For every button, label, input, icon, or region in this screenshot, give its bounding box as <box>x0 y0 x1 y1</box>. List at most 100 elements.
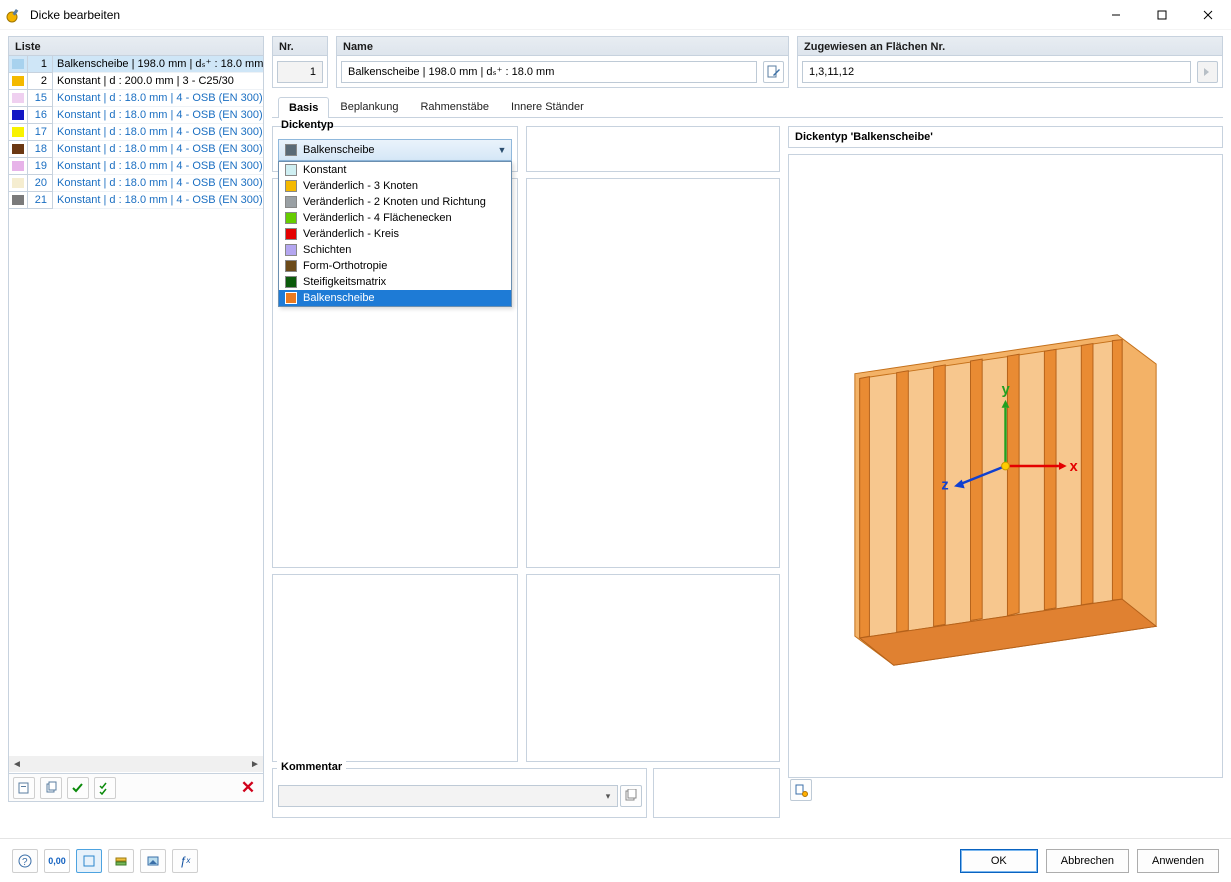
layers-button[interactable] <box>108 849 134 873</box>
delete-button[interactable]: ✕ <box>237 777 259 799</box>
color-swatch <box>9 107 28 124</box>
dropdown-option[interactable]: Balkenscheibe <box>279 290 511 306</box>
liste-toolbar: ✕ <box>9 773 263 801</box>
option-swatch <box>285 276 297 288</box>
dropdown-option[interactable]: Konstant <box>279 162 511 178</box>
check-all-button[interactable] <box>94 777 116 799</box>
list-item-num: 21 <box>28 192 53 209</box>
list-item-text: Balkenscheibe | 198.0 mm | dₛ⁺ : 18.0 mm <box>53 56 263 73</box>
dickentyp-panel: Dickentyp Balkenscheibe ▼ KonstantVeränd… <box>272 126 518 172</box>
option-swatch <box>285 244 297 256</box>
axis-x-label: x <box>1070 459 1078 475</box>
option-label: Balkenscheibe <box>303 292 375 304</box>
list-item[interactable]: 19Konstant | d : 18.0 mm | 4 - OSB (EN 3… <box>9 158 263 175</box>
chevron-down-icon: ▼ <box>493 140 511 160</box>
option-swatch <box>285 292 297 304</box>
liste-panel: 1Balkenscheibe | 198.0 mm | dₛ⁺ : 18.0 m… <box>8 56 264 802</box>
pick-assigned-button <box>1197 61 1218 83</box>
edit-name-button[interactable] <box>763 61 784 83</box>
list-item[interactable]: 18Konstant | d : 18.0 mm | 4 - OSB (EN 3… <box>9 141 263 158</box>
dropdown-option[interactable]: Veränderlich - 2 Knoten und Richtung <box>279 194 511 210</box>
list-item[interactable]: 15Konstant | d : 18.0 mm | 4 - OSB (EN 3… <box>9 90 263 107</box>
liste-header: Liste <box>8 36 264 56</box>
dropdown-option[interactable]: Veränderlich - 3 Knoten <box>279 178 511 194</box>
color-swatch <box>9 124 28 141</box>
chevron-down-icon: ▾ <box>599 786 617 806</box>
kommentar-library-button[interactable] <box>620 785 642 807</box>
option-swatch <box>285 212 297 224</box>
title-bar: Dicke bearbeiten <box>0 0 1231 30</box>
kommentar-panel: Kommentar ▾ <box>272 768 647 818</box>
axis-y-label: y <box>1002 382 1011 398</box>
list-item[interactable]: 16Konstant | d : 18.0 mm | 4 - OSB (EN 3… <box>9 107 263 124</box>
list-item-text: Konstant | d : 200.0 mm | 3 - C25/30 <box>53 73 263 90</box>
close-button[interactable] <box>1185 0 1231 30</box>
svg-text:?: ? <box>22 857 28 868</box>
list-item[interactable]: 2Konstant | d : 200.0 mm | 3 - C25/30 <box>9 73 263 90</box>
dickentyp-dropdown[interactable]: Konstant Veränderlich - 3 Knoten Veränderl… <box>278 161 512 307</box>
apply-button[interactable]: Anwenden <box>1137 849 1219 873</box>
dickentyp-swatch <box>285 144 297 156</box>
help-button[interactable]: ? <box>12 849 38 873</box>
option-label: Veränderlich - 4 Flächenecken <box>303 212 452 224</box>
color-swatch <box>9 192 28 209</box>
tab-beplankung[interactable]: Beplankung <box>329 96 409 117</box>
list-item-num: 16 <box>28 107 53 124</box>
dialog-footer: ? 0,00 ƒx OK Abbrechen Anwenden <box>0 838 1231 882</box>
list-item-text: Konstant | d : 18.0 mm | 4 - OSB (EN 300… <box>53 141 263 158</box>
list-item-text: Konstant | d : 18.0 mm | 4 - OSB (EN 300… <box>53 158 263 175</box>
list-item-text: Konstant | d : 18.0 mm | 4 - OSB (EN 300… <box>53 175 263 192</box>
empty-panel-1 <box>526 126 780 172</box>
preview-tool-button[interactable] <box>790 779 812 801</box>
list-item-num: 19 <box>28 158 53 175</box>
copy-item-button[interactable] <box>40 777 62 799</box>
list-item-num: 15 <box>28 90 53 107</box>
option-label: Veränderlich - 2 Knoten und Richtung <box>303 196 486 208</box>
check-unused-button[interactable] <box>67 777 89 799</box>
nr-input[interactable] <box>277 61 323 83</box>
option-swatch <box>285 164 297 176</box>
color-swatch <box>9 90 28 107</box>
list-hscrollbar[interactable]: ◄ ► <box>9 756 263 772</box>
tab-rahmenstäbe[interactable]: Rahmenstäbe <box>409 96 500 117</box>
dropdown-option[interactable]: Veränderlich - Kreis <box>279 226 511 242</box>
list-item[interactable]: 20Konstant | d : 18.0 mm | 4 - OSB (EN 3… <box>9 175 263 192</box>
dickentyp-combo[interactable]: Balkenscheibe ▼ <box>278 139 512 161</box>
tab-innere-ständer[interactable]: Innere Ständer <box>500 96 595 117</box>
option-label: Veränderlich - 3 Knoten <box>303 180 418 192</box>
units-button[interactable]: 0,00 <box>44 849 70 873</box>
grid-button[interactable] <box>76 849 102 873</box>
cancel-button[interactable]: Abbrechen <box>1046 849 1129 873</box>
assigned-label: Zugewiesen an Flächen Nr. <box>797 36 1223 56</box>
list-item[interactable]: 21Konstant | d : 18.0 mm | 4 - OSB (EN 3… <box>9 192 263 209</box>
list-item-num: 20 <box>28 175 53 192</box>
scroll-right-icon[interactable]: ► <box>247 756 263 772</box>
image-button[interactable] <box>140 849 166 873</box>
assigned-input[interactable] <box>802 61 1191 83</box>
name-label: Name <box>336 36 789 56</box>
dropdown-option[interactable]: Form-Orthotropie <box>279 258 511 274</box>
color-swatch <box>9 158 28 175</box>
dropdown-option[interactable]: Veränderlich - 4 Flächenecken <box>279 210 511 226</box>
list-item-num: 2 <box>28 73 53 90</box>
ok-button[interactable]: OK <box>960 849 1038 873</box>
tab-basis[interactable]: Basis <box>278 97 329 118</box>
new-item-button[interactable] <box>13 777 35 799</box>
list-item-text: Konstant | d : 18.0 mm | 4 - OSB (EN 300… <box>53 107 263 124</box>
list-item[interactable]: 1Balkenscheibe | 198.0 mm | dₛ⁺ : 18.0 m… <box>9 56 263 73</box>
list-item-text: Konstant | d : 18.0 mm | 4 - OSB (EN 300… <box>53 90 263 107</box>
kommentar-combo[interactable]: ▾ <box>278 785 618 807</box>
maximize-button[interactable] <box>1139 0 1185 30</box>
extra-panel-right <box>526 574 780 762</box>
nr-label: Nr. <box>272 36 328 56</box>
list-item[interactable]: 17Konstant | d : 18.0 mm | 4 - OSB (EN 3… <box>9 124 263 141</box>
scroll-left-icon[interactable]: ◄ <box>9 756 25 772</box>
preview-title: Dickentyp 'Balkenscheibe' <box>788 126 1223 148</box>
dropdown-option[interactable]: Steifigkeitsmatrix <box>279 274 511 290</box>
liste[interactable]: 1Balkenscheibe | 198.0 mm | dₛ⁺ : 18.0 m… <box>9 56 263 757</box>
name-input[interactable] <box>341 61 757 83</box>
minimize-button[interactable] <box>1093 0 1139 30</box>
list-item-num: 1 <box>28 56 53 73</box>
dropdown-option[interactable]: Schichten <box>279 242 511 258</box>
function-button[interactable]: ƒx <box>172 849 198 873</box>
